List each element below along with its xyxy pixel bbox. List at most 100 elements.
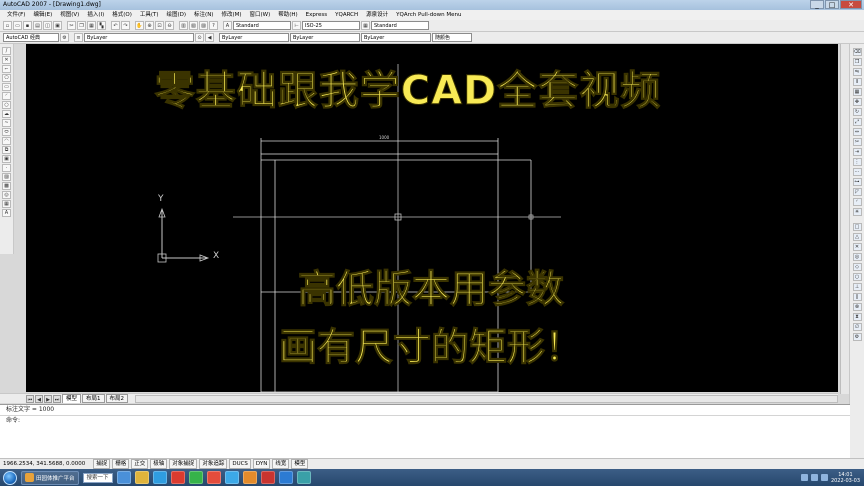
make-current-icon[interactable]: ⊙ (195, 33, 204, 42)
mirror-icon[interactable]: ⇋ (852, 68, 862, 76)
volume-icon[interactable] (810, 474, 818, 481)
color-select[interactable]: ByLayer (219, 33, 289, 42)
make-block-icon[interactable]: ▣ (2, 155, 11, 163)
ie-icon[interactable] (116, 471, 131, 484)
chamfer-icon[interactable]: ◸ (852, 188, 862, 196)
start-button[interactable] (3, 470, 17, 485)
object-snap-settings-icon[interactable]: ⚙ (852, 333, 862, 341)
object-snap-parallel-icon[interactable]: ∥ (852, 293, 862, 301)
menu-modify[interactable]: 修改(M) (217, 10, 245, 20)
plotstyle-select[interactable]: 随颜色 (432, 33, 472, 42)
publish-icon[interactable]: ▣ (53, 21, 62, 30)
object-snap-tangent-icon[interactable]: ○ (852, 273, 862, 281)
layer-manager-icon[interactable]: ≡ (74, 33, 83, 42)
media-icon[interactable] (152, 471, 167, 484)
polar-toggle[interactable]: 极轴 (150, 459, 168, 469)
object-snap-node-icon[interactable]: ⊗ (852, 303, 862, 311)
menu-draw[interactable]: 绘图(D) (163, 10, 191, 20)
maximize-button[interactable]: □ (825, 0, 839, 9)
offset-icon[interactable]: ⫴ (852, 78, 862, 86)
workspace-settings-icon[interactable]: ⚙ (60, 33, 69, 42)
cad-app-icon[interactable] (296, 471, 311, 484)
preview-icon[interactable]: ◫ (43, 21, 52, 30)
tool-palettes-icon[interactable]: ▨ (199, 21, 208, 30)
object-snap-nearest-icon[interactable]: ⧗ (852, 313, 862, 321)
stretch-icon[interactable]: ⇔ (852, 128, 862, 136)
rotate-icon[interactable]: ↻ (852, 108, 862, 116)
linetype-select[interactable]: ByLayer (290, 33, 360, 42)
snap-toggle[interactable]: 捕捉 (93, 459, 111, 469)
object-snap-endpoint-icon[interactable]: □ (852, 223, 862, 231)
trim-icon[interactable]: ✂ (852, 138, 862, 146)
player-icon[interactable] (170, 471, 185, 484)
minimize-button[interactable]: _ (810, 0, 824, 9)
copy-icon[interactable]: ❐ (77, 21, 86, 30)
pan-icon[interactable]: ✋ (135, 21, 144, 30)
tool-icon[interactable] (242, 471, 257, 484)
tab-layout1[interactable]: 布局1 (82, 394, 105, 403)
text-style-select[interactable]: Standard (233, 21, 291, 30)
dyn-toggle[interactable]: DYN (252, 459, 271, 469)
horizontal-scrollbar[interactable] (135, 394, 838, 403)
multiline-text-icon[interactable]: A (2, 209, 11, 217)
grid-toggle[interactable]: 栅格 (112, 459, 130, 469)
menu-yqarch[interactable]: YQARCH (331, 10, 362, 20)
menu-file[interactable]: 文件(F) (3, 10, 29, 20)
taskbar-search[interactable]: 搜索一下 (82, 472, 113, 483)
drawing-canvas[interactable]: 1000 Y X 零基础跟我学CAD全套视频 高低版本用参数 画有尺寸的矩形！ (26, 44, 838, 392)
tab-prev-icon[interactable]: ◀ (35, 394, 43, 403)
menu-yqarch-pulldown[interactable]: YQArch Pull-down Menu (392, 10, 465, 20)
lineweight-toggle[interactable]: 线宽 (272, 459, 290, 469)
zoom-window-icon[interactable]: ⊡ (155, 21, 164, 30)
input-method-icon[interactable] (820, 474, 828, 481)
properties-icon[interactable]: ▥ (179, 21, 188, 30)
cut-icon[interactable]: ✂ (67, 21, 76, 30)
object-snap-midpoint-icon[interactable]: △ (852, 233, 862, 241)
layer-select[interactable]: ByLayer (84, 33, 194, 42)
print-icon[interactable]: ▤ (33, 21, 42, 30)
ortho-toggle[interactable]: 正交 (131, 459, 149, 469)
object-snap-quadrant-icon[interactable]: ◇ (852, 263, 862, 271)
array-icon[interactable]: ▦ (852, 88, 862, 96)
undo-icon[interactable]: ↶ (111, 21, 120, 30)
layer-previous-icon[interactable]: ◀ (205, 33, 214, 42)
tab-first-icon[interactable]: ⏮ (26, 394, 34, 403)
command-prompt[interactable]: 命令: (0, 416, 850, 426)
fillet-icon[interactable]: ◜ (852, 198, 862, 206)
lineweight-select[interactable]: ByLayer (361, 33, 431, 42)
otrack-toggle[interactable]: 对象追踪 (199, 459, 228, 469)
object-snap-intersection-icon[interactable]: ✕ (852, 243, 862, 251)
tab-layout2[interactable]: 布局2 (105, 394, 129, 403)
ellipse-icon[interactable]: ⬭ (2, 128, 11, 136)
menu-view[interactable]: 视图(V) (56, 10, 83, 20)
object-snap-center-icon[interactable]: ◎ (852, 253, 862, 261)
design-center-icon[interactable]: ▧ (189, 21, 198, 30)
autocad-taskbar-icon[interactable] (206, 471, 221, 484)
zoom-previous-icon[interactable]: ⊖ (165, 21, 174, 30)
workspace-select[interactable]: AutoCAD 经典 (3, 33, 59, 42)
wechat-icon[interactable] (188, 471, 203, 484)
erase-icon[interactable]: ⌫ (852, 48, 862, 56)
tab-model[interactable]: 模型 (62, 394, 82, 403)
ducs-toggle[interactable]: DUCS (229, 459, 251, 469)
menu-yuanquan[interactable]: 源泉设计 (362, 10, 392, 20)
taskbar-app-button[interactable]: 田园体推广平台 (21, 470, 79, 485)
dim-style-select[interactable]: ISO-25 (302, 21, 360, 30)
help-icon[interactable]: ? (209, 21, 218, 30)
point-icon[interactable]: · (2, 164, 11, 172)
network-icon[interactable] (800, 474, 808, 481)
open-icon[interactable]: ▭ (13, 21, 22, 30)
copy-object-icon[interactable]: ❐ (852, 58, 862, 66)
tab-next-icon[interactable]: ▶ (44, 394, 52, 403)
hatch-icon[interactable]: ▨ (2, 173, 11, 181)
break-icon[interactable]: ⋯ (852, 168, 862, 176)
insert-block-icon[interactable]: ⧉ (2, 146, 11, 154)
menu-dimension[interactable]: 标注(N) (190, 10, 217, 20)
table-icon[interactable]: ▦ (2, 200, 11, 208)
move-icon[interactable]: ✥ (852, 98, 862, 106)
model-toggle[interactable]: 模型 (291, 459, 309, 469)
save-icon[interactable]: ▪ (23, 21, 32, 30)
command-window[interactable]: 标注文字 = 1000 命令: (0, 404, 850, 462)
join-icon[interactable]: ⊶ (852, 178, 862, 186)
close-button[interactable]: ✕ (840, 0, 862, 9)
